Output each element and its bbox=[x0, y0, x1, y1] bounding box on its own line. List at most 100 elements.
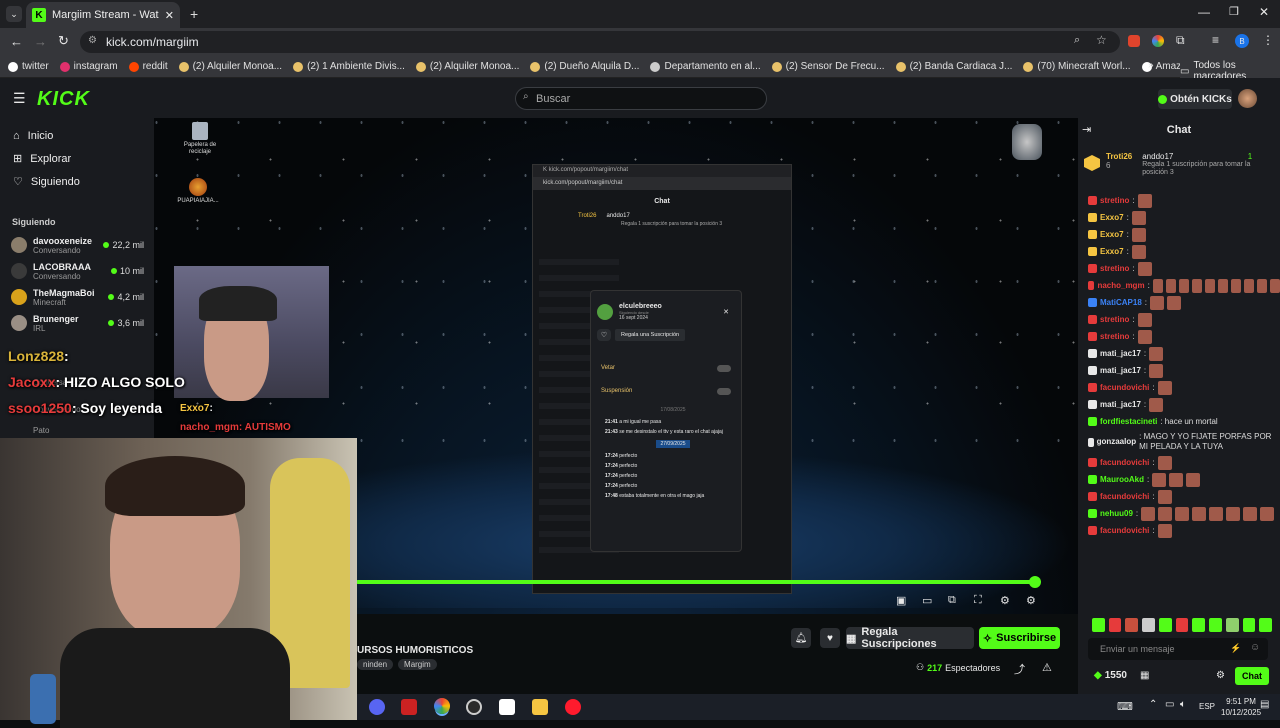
chat-username[interactable]: Exxo7 bbox=[1100, 209, 1124, 226]
forward-icon[interactable]: → bbox=[34, 34, 47, 49]
chat-message[interactable]: facundovichi: bbox=[1078, 488, 1280, 505]
media-controls-icon[interactable]: ≡ bbox=[1212, 33, 1219, 47]
emote-icon[interactable] bbox=[1259, 618, 1273, 632]
chat-message[interactable]: mati_jac17: bbox=[1078, 362, 1280, 379]
chat-message[interactable]: stretino: bbox=[1078, 192, 1280, 209]
chrome-icon[interactable] bbox=[434, 698, 450, 714]
chat-message[interactable]: fordfiestacineti: hace un mortal bbox=[1078, 413, 1280, 430]
pip-icon[interactable]: ▣ bbox=[896, 594, 906, 607]
chat-message-input[interactable]: Enviar un mensaje ⚡ ☺ bbox=[1088, 638, 1268, 660]
tab-close-icon[interactable]: ✕ bbox=[165, 9, 174, 22]
settings-gear-icon[interactable]: ⚙ bbox=[1026, 594, 1036, 607]
file-explorer-icon[interactable] bbox=[532, 699, 548, 715]
nav-explore[interactable]: ⊞ Explorar bbox=[13, 152, 154, 166]
zoom-icon[interactable]: ⌕ bbox=[1074, 34, 1080, 47]
chat-username[interactable]: stretino bbox=[1100, 192, 1129, 209]
gift-box-icon[interactable]: ▦ bbox=[1140, 670, 1149, 681]
bookmark-item[interactable]: Departamento en al... bbox=[650, 61, 761, 72]
bookmark-item[interactable]: instagram bbox=[59, 61, 118, 72]
notification-bell-button[interactable]: 🔔︎ bbox=[791, 628, 811, 648]
chat-username[interactable]: stretino bbox=[1100, 260, 1129, 277]
bookmarks-overflow-icon[interactable]: » bbox=[1148, 60, 1154, 71]
close-window-button[interactable]: ✕ bbox=[1259, 5, 1269, 19]
chat-username[interactable]: facundovichi bbox=[1100, 488, 1149, 505]
chat-message[interactable]: stretino: bbox=[1078, 311, 1280, 328]
chat-message[interactable]: nacho_mgm: bbox=[1078, 277, 1280, 294]
voicemeeter-icon[interactable] bbox=[401, 699, 417, 715]
search-input[interactable]: ⌕ Buscar bbox=[515, 87, 767, 110]
bookmark-item[interactable]: (2) Banda Cardiaca J... bbox=[895, 61, 1012, 72]
chat-message[interactable]: facundovichi: bbox=[1078, 522, 1280, 539]
stream-tag[interactable]: ninden bbox=[357, 659, 394, 670]
chat-username[interactable]: mati_jac17 bbox=[1100, 396, 1141, 413]
report-icon[interactable]: ⚠ bbox=[1042, 661, 1052, 674]
chat-username[interactable]: stretino bbox=[1100, 311, 1129, 328]
capcut-icon[interactable] bbox=[499, 699, 515, 715]
user-avatar[interactable] bbox=[1238, 89, 1257, 108]
share-icon[interactable]: ⤴ bbox=[1014, 661, 1025, 677]
chat-username[interactable]: MauroоAkd bbox=[1100, 471, 1144, 488]
chat-message[interactable]: MatiCAP18: bbox=[1078, 294, 1280, 311]
chat-message[interactable]: Exxo7: bbox=[1078, 226, 1280, 243]
chat-username[interactable]: Exxo7 bbox=[1100, 226, 1124, 243]
nav-following[interactable]: ♡ Siguiendo bbox=[13, 175, 154, 189]
back-icon[interactable]: ← bbox=[10, 34, 23, 49]
chat-username[interactable]: mati_jac17 bbox=[1100, 345, 1141, 362]
profile-avatar[interactable]: B bbox=[1235, 34, 1249, 48]
channel-points[interactable]: ◆ 1550 bbox=[1094, 670, 1127, 681]
chat-username[interactable]: facundovichi bbox=[1100, 379, 1149, 396]
chat-username[interactable]: stretino bbox=[1100, 328, 1129, 345]
extension-1-icon[interactable] bbox=[1128, 35, 1140, 47]
chat-message[interactable]: facundovichi: bbox=[1078, 454, 1280, 471]
emote-icon[interactable] bbox=[1242, 618, 1256, 632]
nav-home[interactable]: ⌂ Inicio bbox=[13, 130, 154, 142]
chat-username[interactable]: facundovichi bbox=[1100, 454, 1149, 471]
chat-message[interactable]: Exxo7: bbox=[1078, 209, 1280, 226]
chat-settings-icon[interactable]: ⚙ bbox=[1216, 670, 1225, 681]
opera-icon[interactable] bbox=[565, 699, 581, 715]
vetar-row[interactable]: Vetar bbox=[591, 341, 731, 372]
chat-username[interactable]: gonzaalop bbox=[1097, 437, 1137, 447]
extension-2-icon[interactable] bbox=[1152, 35, 1164, 47]
progress-handle[interactable] bbox=[1029, 576, 1041, 588]
minimize-button[interactable]: — bbox=[1198, 5, 1210, 19]
emote-icon[interactable] bbox=[1175, 618, 1189, 632]
discord-icon[interactable] bbox=[369, 699, 385, 715]
follow-heart-button[interactable]: ♥ bbox=[820, 628, 840, 648]
chat-message[interactable]: MauroоAkd: bbox=[1078, 471, 1280, 488]
language-indicator[interactable]: ESP bbox=[1199, 702, 1215, 711]
stream-progress-bar[interactable] bbox=[356, 580, 1035, 584]
emote-icon[interactable] bbox=[1209, 618, 1222, 632]
kick-logo[interactable]: KICK bbox=[37, 88, 90, 111]
chat-username[interactable]: nacho_mgm bbox=[1097, 277, 1144, 294]
bookmark-item[interactable]: (2) 1 Ambiente Divis... bbox=[293, 61, 405, 72]
bookmark-item[interactable]: (2) Sensor De Frecu... bbox=[771, 61, 885, 72]
chat-message[interactable]: facundovichi: bbox=[1078, 379, 1280, 396]
following-item-lacobraaa[interactable]: LACOBRAAA Conversando 10 mil bbox=[11, 258, 144, 284]
desktop-app-icon[interactable]: PUAPIAIAJIA... bbox=[176, 178, 220, 204]
bookmark-item[interactable]: (2) Dueño Alquila D... bbox=[530, 61, 639, 72]
chat-username[interactable]: fordfiestacineti bbox=[1100, 413, 1157, 430]
recycle-bin-icon[interactable]: Papelera de reciclaje bbox=[180, 122, 220, 156]
kick-emotes-icon[interactable]: ⚡ bbox=[1230, 643, 1241, 654]
emote-icon[interactable] bbox=[1158, 618, 1172, 632]
get-kicks-button[interactable]: Obtén KICKs bbox=[1158, 89, 1232, 109]
chat-username[interactable]: MatiCAP18 bbox=[1100, 294, 1142, 311]
chat-username[interactable]: mati_jac17 bbox=[1100, 362, 1141, 379]
chat-message[interactable]: Exxo7: bbox=[1078, 243, 1280, 260]
bookmark-item[interactable]: twitter bbox=[8, 61, 49, 72]
following-item-davooxeneize[interactable]: davooxeneize Conversando 22,2 mil bbox=[11, 232, 144, 258]
emote-icon[interactable] bbox=[1192, 618, 1206, 632]
tray-overflow-icon[interactable]: ⌃ bbox=[1149, 699, 1157, 710]
reload-icon[interactable]: ↻ bbox=[58, 33, 69, 49]
fullscreen-icon[interactable]: ⛶ bbox=[974, 594, 982, 607]
keyboard-icon[interactable]: ⌨ bbox=[1117, 700, 1133, 713]
following-item-brunenger[interactable]: Brunenger IRL 3,6 mil bbox=[11, 310, 144, 336]
stream-tag[interactable]: Margim bbox=[398, 659, 437, 670]
volume-icon[interactable]: 🔈︎ bbox=[1180, 699, 1186, 710]
chat-message[interactable]: stretino: bbox=[1078, 328, 1280, 345]
extensions-puzzle-icon[interactable]: ⧉ bbox=[1176, 33, 1185, 48]
chat-username[interactable]: facundovichi bbox=[1100, 522, 1149, 539]
chat-message[interactable]: gonzaalop: MAGO Y YO FIJATE PORFAS POR M… bbox=[1078, 430, 1280, 454]
theater-icon[interactable]: ▭ bbox=[922, 594, 932, 607]
